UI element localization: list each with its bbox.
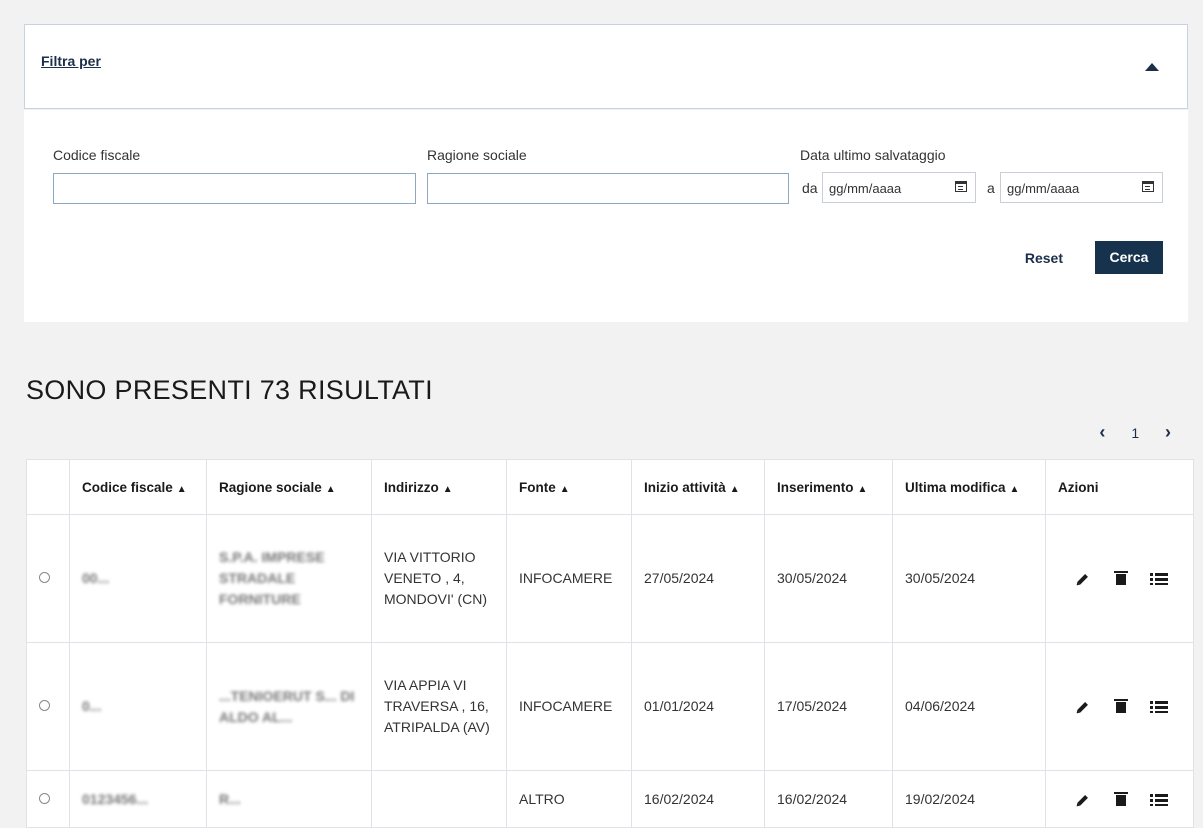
cell-ragione: R... bbox=[206, 770, 372, 828]
ragione-value: S.P.A. IMPRESE STRADALE FORNITURE bbox=[219, 549, 325, 607]
cell-modifica: 04/06/2024 bbox=[892, 642, 1046, 771]
sort-icon[interactable]: ▲︎ bbox=[177, 484, 187, 495]
column-header-label: Ultima modifica bbox=[905, 479, 1006, 495]
ragione-sociale-label: Ragione sociale bbox=[427, 147, 527, 163]
results-table: Codice fiscale ▲︎ Ragione sociale ▲︎ Indir… bbox=[26, 459, 1194, 828]
column-header-label: Indirizzo bbox=[384, 479, 439, 495]
select-column-header bbox=[26, 459, 70, 515]
sort-icon[interactable]: ▲︎ bbox=[326, 484, 336, 495]
table-row: 0... ...TENIOERUT S... DI ALDO AL... VIA… bbox=[26, 642, 1194, 771]
column-header-modifica[interactable]: Ultima modifica ▲︎ bbox=[892, 459, 1046, 515]
filter-panel-body: Codice fiscale Ragione sociale Data ulti… bbox=[24, 110, 1188, 322]
cell-azioni bbox=[1045, 770, 1194, 828]
column-header-label: Fonte bbox=[519, 479, 556, 495]
cell-fonte: ALTRO bbox=[506, 770, 632, 828]
column-header-inserimento[interactable]: Inserimento ▲︎ bbox=[764, 459, 893, 515]
trash-icon[interactable] bbox=[1112, 791, 1130, 808]
codice-fiscale-label: Codice fiscale bbox=[53, 147, 141, 163]
a-label: a bbox=[987, 180, 995, 196]
cell-azioni bbox=[1045, 514, 1194, 643]
column-header-label: Ragione sociale bbox=[219, 479, 322, 495]
list-icon[interactable] bbox=[1149, 571, 1168, 587]
sort-icon[interactable]: ▲︎ bbox=[730, 484, 740, 495]
column-header-label: Inserimento bbox=[777, 479, 854, 495]
filter-toggle-link[interactable]: Filtra per bbox=[41, 53, 101, 69]
cell-codice: 0... bbox=[69, 642, 207, 771]
row-radio[interactable] bbox=[39, 700, 50, 711]
column-header-azioni: Azioni bbox=[1045, 459, 1194, 515]
row-select-cell bbox=[26, 642, 70, 771]
column-header-ragione[interactable]: Ragione sociale ▲︎ bbox=[206, 459, 372, 515]
cell-indirizzo bbox=[371, 770, 507, 828]
table-row: 0123456... R... ALTRO 16/02/2024 16/02/2… bbox=[26, 770, 1194, 828]
edit-pencil-icon[interactable] bbox=[1071, 695, 1095, 719]
codice-value: 0123456... bbox=[82, 790, 149, 807]
row-radio[interactable] bbox=[39, 792, 50, 804]
ragione-sociale-input[interactable] bbox=[427, 173, 789, 204]
edit-pencil-icon[interactable] bbox=[1071, 567, 1095, 591]
cell-inizio: 27/05/2024 bbox=[631, 514, 765, 643]
column-header-fonte[interactable]: Fonte ▲︎ bbox=[506, 459, 632, 515]
cell-inizio: 16/02/2024 bbox=[631, 770, 765, 828]
cell-codice: 0123456... bbox=[69, 770, 207, 828]
cell-indirizzo: VIA VITTORIO VENETO , 4, MONDOVI' (CN) bbox=[371, 514, 507, 643]
data-salvataggio-label: Data ultimo salvataggio bbox=[800, 147, 946, 163]
cell-modifica: 30/05/2024 bbox=[892, 514, 1046, 643]
column-header-label: Inizio attività bbox=[644, 479, 726, 495]
ragione-value: R... bbox=[219, 790, 241, 807]
cell-azioni bbox=[1045, 642, 1194, 771]
chevron-right-icon[interactable]: › bbox=[1165, 422, 1171, 443]
results-title: SONO PRESENTI 73 RISULTATI bbox=[26, 375, 433, 405]
filter-panel-header: Filtra per bbox=[24, 24, 1188, 109]
trash-icon[interactable] bbox=[1112, 699, 1130, 715]
cell-ragione: ...TENIOERUT S... DI ALDO AL... bbox=[206, 642, 372, 771]
ragione-value: ...TENIOERUT S... DI ALDO AL... bbox=[219, 687, 355, 725]
chevron-left-icon[interactable]: ‹ bbox=[1099, 422, 1105, 443]
column-header-indirizzo[interactable]: Indirizzo ▲︎ bbox=[371, 459, 507, 515]
column-header-codice[interactable]: Codice fiscale ▲︎ bbox=[69, 459, 207, 515]
collapse-caret-icon[interactable] bbox=[1145, 63, 1159, 71]
codice-value: 00... bbox=[82, 570, 110, 586]
trash-icon[interactable] bbox=[1112, 571, 1130, 587]
cell-inserimento: 16/02/2024 bbox=[764, 770, 893, 828]
column-header-label: Azioni bbox=[1058, 479, 1099, 495]
pagination: ‹ 1 › bbox=[1099, 422, 1171, 443]
list-icon[interactable] bbox=[1149, 792, 1168, 808]
cell-modifica: 19/02/2024 bbox=[892, 770, 1046, 828]
cerca-button[interactable]: Cerca bbox=[1095, 241, 1163, 274]
calendar-icon[interactable] bbox=[1142, 181, 1154, 192]
date-to-field[interactable]: gg/mm/aaaa bbox=[1000, 172, 1163, 203]
edit-pencil-icon[interactable] bbox=[1071, 788, 1095, 812]
column-header-label: Codice fiscale bbox=[82, 479, 173, 495]
cell-inizio: 01/01/2024 bbox=[631, 642, 765, 771]
page-number[interactable]: 1 bbox=[1131, 425, 1139, 441]
column-header-inizio[interactable]: Inizio attività ▲︎ bbox=[631, 459, 765, 515]
date-to-placeholder: gg/mm/aaaa bbox=[1007, 181, 1080, 196]
da-label: da bbox=[802, 180, 818, 196]
list-icon[interactable] bbox=[1149, 699, 1168, 715]
table-header-row: Codice fiscale ▲︎ Ragione sociale ▲︎ Indir… bbox=[26, 459, 1194, 515]
calendar-icon[interactable] bbox=[955, 181, 967, 192]
sort-icon[interactable]: ▲︎ bbox=[443, 484, 453, 495]
sort-icon[interactable]: ▲︎ bbox=[858, 484, 868, 495]
codice-fiscale-input[interactable] bbox=[53, 173, 416, 204]
sort-icon[interactable]: ▲︎ bbox=[1010, 484, 1020, 495]
row-radio[interactable] bbox=[39, 572, 50, 583]
cell-indirizzo: VIA APPIA VI TRAVERSA , 16, ATRIPALDA (A… bbox=[371, 642, 507, 771]
codice-value: 0... bbox=[82, 698, 102, 714]
sort-icon[interactable]: ▲︎ bbox=[560, 484, 570, 495]
table-row: 00... S.P.A. IMPRESE STRADALE FORNITURE … bbox=[26, 514, 1194, 643]
cell-codice: 00... bbox=[69, 514, 207, 643]
cell-inserimento: 30/05/2024 bbox=[764, 514, 893, 643]
reset-button[interactable]: Reset bbox=[1025, 250, 1063, 266]
date-from-field[interactable]: gg/mm/aaaa bbox=[822, 172, 976, 203]
row-select-cell bbox=[26, 770, 70, 828]
row-select-cell bbox=[26, 514, 70, 643]
cell-inserimento: 17/05/2024 bbox=[764, 642, 893, 771]
cell-ragione: S.P.A. IMPRESE STRADALE FORNITURE bbox=[206, 514, 372, 643]
cell-fonte: INFOCAMERE bbox=[506, 514, 632, 643]
date-from-placeholder: gg/mm/aaaa bbox=[829, 181, 902, 196]
cell-fonte: INFOCAMERE bbox=[506, 642, 632, 771]
